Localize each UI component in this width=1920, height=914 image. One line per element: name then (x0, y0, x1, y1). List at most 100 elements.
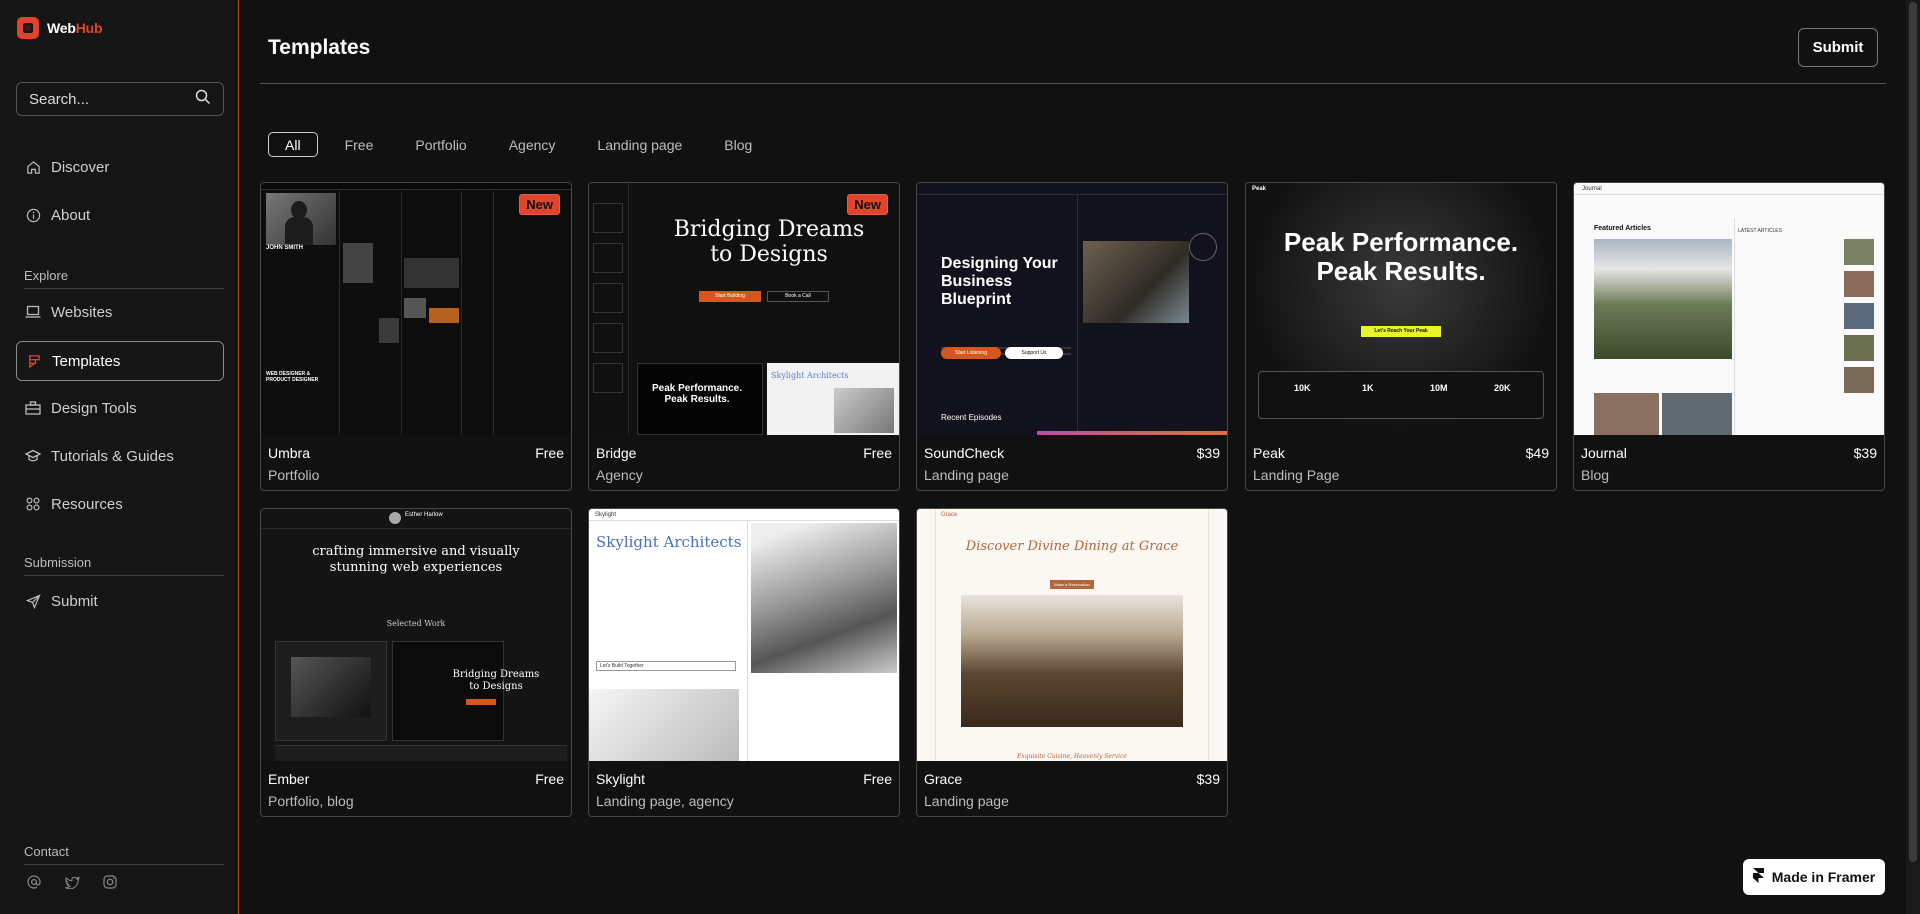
nav-design-tools-label: Design Tools (51, 399, 137, 417)
preview-brand: Journal (1582, 186, 1602, 192)
filter-all[interactable]: All (268, 132, 318, 157)
nav-resources-label: Resources (51, 495, 123, 513)
card-category: Portfolio (268, 467, 320, 483)
scrollbar-thumb[interactable] (1909, 2, 1917, 862)
nav-discover[interactable]: Discover (16, 147, 224, 187)
framer-icon (1752, 868, 1764, 886)
card-category: Blog (1581, 467, 1610, 483)
template-card-journal[interactable]: Journal Featured Articles LATEST ARTICLE… (1573, 182, 1885, 491)
nav-websites[interactable]: Websites (16, 292, 224, 332)
section-submission: Submission (24, 555, 224, 576)
search-box (16, 82, 224, 116)
template-thumbnail: JOHN SMITH WEB DESIGNER & PRODUCT DESIGN… (261, 183, 571, 435)
preview-cta: Start Building (699, 291, 761, 302)
section-explore: Explore (24, 268, 224, 289)
preview-section: Recent Episodes (941, 413, 1002, 422)
filter-blog[interactable]: Blog (709, 132, 767, 157)
sidebar: WebHub Discover About Explore Websites T… (0, 0, 239, 914)
made-in-framer-button[interactable]: Made in Framer (1743, 859, 1885, 895)
template-card-skylight[interactable]: Skylight Skylight Architects Let's Build… (588, 508, 900, 817)
card-name: Journal (1581, 445, 1627, 461)
card-category: Agency (596, 467, 643, 483)
search-input[interactable] (29, 90, 179, 108)
twitter-icon[interactable] (64, 874, 80, 890)
preview-subtitle-2: Skylight Architects (771, 371, 849, 380)
filter-agency[interactable]: Agency (494, 132, 571, 157)
preview-stat: 10M (1430, 383, 1448, 393)
nav-design-tools[interactable]: Design Tools (16, 388, 224, 428)
logo-icon (17, 17, 39, 39)
card-name: Bridge (596, 445, 637, 461)
card-price: $49 (1525, 445, 1549, 461)
preview-brand: Skylight (595, 512, 617, 518)
template-card-grace[interactable]: Grace Discover Divine Dining at Grace Ma… (916, 508, 1228, 817)
template-card-bridge[interactable]: Bridging Dreams to Designs Start Buildin… (588, 182, 900, 491)
nav-submit[interactable]: Submit (16, 581, 224, 621)
preview-headline: Discover Divine Dining at Grace (965, 539, 1179, 554)
section-contact: Contact (24, 844, 224, 865)
card-name: Peak (1253, 445, 1285, 461)
preview-section: Featured Articles (1594, 225, 1651, 232)
card-name: Grace (924, 771, 963, 787)
nav-discover-label: Discover (51, 158, 110, 176)
template-thumbnail: Grace Discover Divine Dining at Grace Ma… (917, 509, 1227, 761)
preview-headline: Designing Your Business Blueprint (941, 255, 1058, 308)
card-price: $39 (1196, 771, 1220, 787)
preview-cta: Let's Reach Your Peak (1361, 326, 1441, 337)
at-sign-icon[interactable] (26, 874, 42, 890)
preview-headline: Peak Performance. Peak Results. (1283, 227, 1519, 286)
card-name: SoundCheck (924, 445, 1005, 461)
instagram-icon[interactable] (102, 874, 118, 890)
template-thumbnail: Esther Harlow crafting immersive and vis… (261, 509, 571, 761)
toolbox-icon (25, 400, 41, 416)
preview-headline: crafting immersive and visually stunning… (312, 544, 520, 575)
template-card-soundcheck[interactable]: Designing Your Business Blueprint Start … (916, 182, 1228, 491)
search-icon[interactable] (195, 89, 211, 110)
filter-free[interactable]: Free (330, 132, 389, 157)
card-name: Umbra (268, 445, 311, 461)
preview-role: WEB DESIGNER & PRODUCT DESIGNER (266, 371, 319, 383)
home-icon (25, 159, 41, 175)
preview-cta-secondary: Support Us (1005, 347, 1063, 359)
preview-cta: Let's Build Together (596, 661, 736, 671)
nav-templates[interactable]: Templates (16, 341, 224, 381)
nav-about-label: About (51, 206, 91, 224)
grid-icon (25, 496, 41, 512)
social-links (26, 874, 118, 890)
nav-about[interactable]: About (16, 195, 224, 235)
card-price: Free (535, 445, 564, 461)
preview-cta-secondary: Book a Call (767, 291, 829, 302)
preview-subtitle: Peak Performance. Peak Results. (651, 383, 743, 405)
template-card-peak[interactable]: Peak Peak Performance. Peak Results. Let… (1245, 182, 1557, 491)
nav-tutorials[interactable]: Tutorials & Guides (16, 436, 224, 476)
preview-name: Esther Harlow (405, 512, 443, 518)
submit-button[interactable]: Submit (1798, 28, 1878, 67)
filter-portfolio[interactable]: Portfolio (400, 132, 481, 157)
framer-label: Made in Framer (1771, 869, 1876, 885)
nav-websites-label: Websites (51, 303, 113, 321)
nav-templates-label: Templates (52, 352, 121, 370)
card-name: Skylight (596, 771, 646, 787)
nav-submit-label: Submit (51, 592, 98, 610)
template-thumbnail: Bridging Dreams to Designs Start Buildin… (589, 183, 899, 435)
preview-stat: 10K (1294, 383, 1311, 393)
template-thumbnail: Peak Peak Performance. Peak Results. Let… (1246, 183, 1556, 435)
laptop-icon (25, 304, 41, 320)
template-card-umbra[interactable]: JOHN SMITH WEB DESIGNER & PRODUCT DESIGN… (260, 182, 572, 491)
new-badge: New (847, 194, 888, 215)
brand-logo[interactable]: WebHub (17, 17, 103, 39)
card-price: $39 (1853, 445, 1877, 461)
card-price: Free (863, 445, 892, 461)
info-icon (25, 207, 41, 223)
template-card-ember[interactable]: Esther Harlow crafting immersive and vis… (260, 508, 572, 817)
preview-cta: Make a Reservation (1050, 580, 1094, 589)
filter-landing-page[interactable]: Landing page (582, 132, 697, 157)
card-price: Free (863, 771, 892, 787)
card-category: Landing page, agency (596, 793, 734, 809)
preview-brand: Grace (941, 512, 958, 518)
preview-stat: 20K (1494, 383, 1511, 393)
card-category: Landing Page (1253, 467, 1340, 483)
preview-aside: LATEST ARTICLES (1738, 228, 1782, 234)
nav-resources[interactable]: Resources (16, 484, 224, 524)
preview-person: JOHN SMITH (266, 245, 304, 251)
